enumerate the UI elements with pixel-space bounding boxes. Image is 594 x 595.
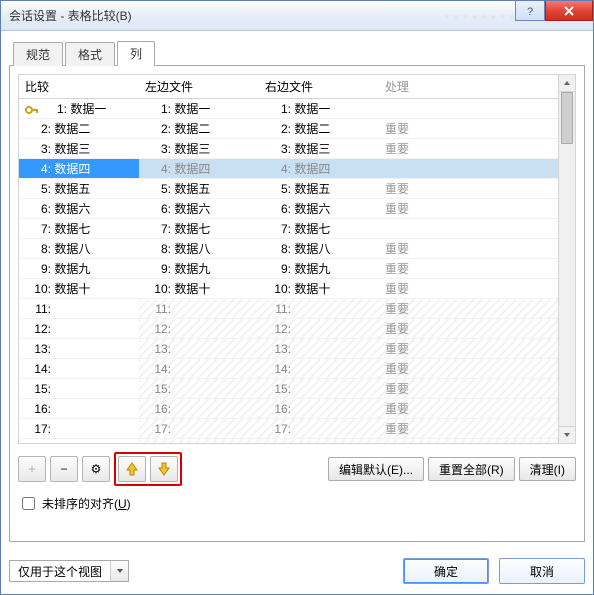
reset-all-button[interactable]: 重置全部(R) (428, 457, 515, 481)
table-row[interactable]: 8: 数据八8: 数据八8: 数据八重要 (19, 239, 558, 259)
chevron-down-icon (110, 561, 128, 581)
dialog-bottom-bar: 仅用于这个视图 确定 取消 (9, 558, 585, 584)
col-header-right[interactable]: 右边文件 (259, 75, 379, 99)
table-row[interactable]: 3: 数据三3: 数据三3: 数据三重要 (19, 139, 558, 159)
tab-bar: 规范格式列 (9, 44, 585, 66)
tab-1[interactable]: 格式 (65, 42, 115, 66)
tab-2[interactable]: 列 (117, 41, 155, 66)
remove-column-button[interactable]: − (50, 456, 78, 482)
add-column-button[interactable]: + (18, 456, 46, 482)
unsorted-alignment-row: 未排序的对齐(U) (18, 494, 576, 513)
grid-body[interactable]: 比较 左边文件 右边文件 处理 1: 数据一1: 数据一1: 数据一2: 数据二… (19, 75, 558, 443)
minus-icon: − (60, 462, 67, 476)
arrow-up-icon (126, 462, 138, 476)
table-row[interactable]: 9: 数据九9: 数据九9: 数据九重要 (19, 259, 558, 279)
table-row[interactable]: 13: 13: 13: 重要 (19, 339, 558, 359)
unsorted-alignment-label: 未排序的对齐(U) (42, 495, 131, 512)
table-row[interactable]: 15: 15: 15: 重要 (19, 379, 558, 399)
table-row[interactable]: 5: 数据五5: 数据五5: 数据五重要 (19, 179, 558, 199)
close-button[interactable] (545, 1, 593, 21)
title-bar[interactable]: 会话设置 - 表格比较(B) · · · · · · · · ? (1, 1, 593, 31)
grid-toolbar: + − ⚙ 编辑默认(E)... 重置全部(R) 清理(I) (18, 452, 576, 486)
table-row[interactable]: 10: 数据十10: 数据十10: 数据十重要 (19, 279, 558, 299)
move-down-button[interactable] (150, 456, 178, 482)
vertical-scrollbar[interactable] (558, 75, 575, 443)
scroll-up-icon[interactable] (559, 75, 575, 92)
table-row[interactable]: 1: 数据一1: 数据一1: 数据一 (19, 99, 558, 119)
table-row[interactable]: 18: 18: 18: 重要 (19, 439, 558, 444)
unsorted-alignment-checkbox[interactable] (22, 497, 35, 510)
svg-text:?: ? (527, 6, 533, 17)
scope-dropdown-value: 仅用于这个视图 (10, 563, 110, 580)
table-row[interactable]: 4: 数据四4: 数据四4: 数据四 (19, 159, 558, 179)
dialog-window: 会话设置 - 表格比较(B) · · · · · · · · ? 规范格式列 比… (0, 0, 594, 595)
window-title: 会话设置 - 表格比较(B) (9, 7, 427, 24)
table-row[interactable]: 16: 16: 16: 重要 (19, 399, 558, 419)
clean-button[interactable]: 清理(I) (519, 457, 576, 481)
gear-icon: ⚙ (91, 462, 102, 476)
table-row[interactable]: 7: 数据七7: 数据七7: 数据七 (19, 219, 558, 239)
col-header-handling[interactable]: 处理 (379, 75, 558, 99)
move-buttons-highlight (114, 452, 182, 486)
tab-panel-columns: 比较 左边文件 右边文件 处理 1: 数据一1: 数据一1: 数据一2: 数据二… (9, 65, 585, 542)
client-area: 规范格式列 比较 左边文件 右边文件 处理 1: 数据一1: 数据一 (9, 43, 585, 542)
table-row[interactable]: 17: 17: 17: 重要 (19, 419, 558, 439)
move-up-button[interactable] (118, 456, 146, 482)
scope-dropdown[interactable]: 仅用于这个视图 (9, 560, 129, 582)
table-row[interactable]: 2: 数据二2: 数据二2: 数据二重要 (19, 119, 558, 139)
help-button[interactable]: ? (515, 1, 545, 21)
edit-defaults-button[interactable]: 编辑默认(E)... (328, 457, 424, 481)
col-header-left[interactable]: 左边文件 (139, 75, 259, 99)
col-header-compare[interactable]: 比较 (19, 75, 139, 99)
columns-grid: 比较 左边文件 右边文件 处理 1: 数据一1: 数据一1: 数据一2: 数据二… (18, 74, 576, 444)
table-row[interactable]: 12: 12: 12: 重要 (19, 319, 558, 339)
window-buttons: ? (515, 1, 593, 30)
ok-button[interactable]: 确定 (403, 558, 489, 584)
settings-button[interactable]: ⚙ (82, 456, 110, 482)
scroll-thumb[interactable] (561, 92, 573, 144)
scroll-down-icon[interactable] (559, 426, 575, 443)
arrow-down-icon (158, 462, 170, 476)
table-row[interactable]: 11: 11: 11: 重要 (19, 299, 558, 319)
tab-0[interactable]: 规范 (13, 42, 63, 66)
background-window-hint: · · · · · · · · (445, 9, 515, 23)
cancel-button[interactable]: 取消 (499, 558, 585, 584)
plus-icon: + (28, 462, 35, 476)
table-row[interactable]: 14: 14: 14: 重要 (19, 359, 558, 379)
table-row[interactable]: 6: 数据六6: 数据六6: 数据六重要 (19, 199, 558, 219)
